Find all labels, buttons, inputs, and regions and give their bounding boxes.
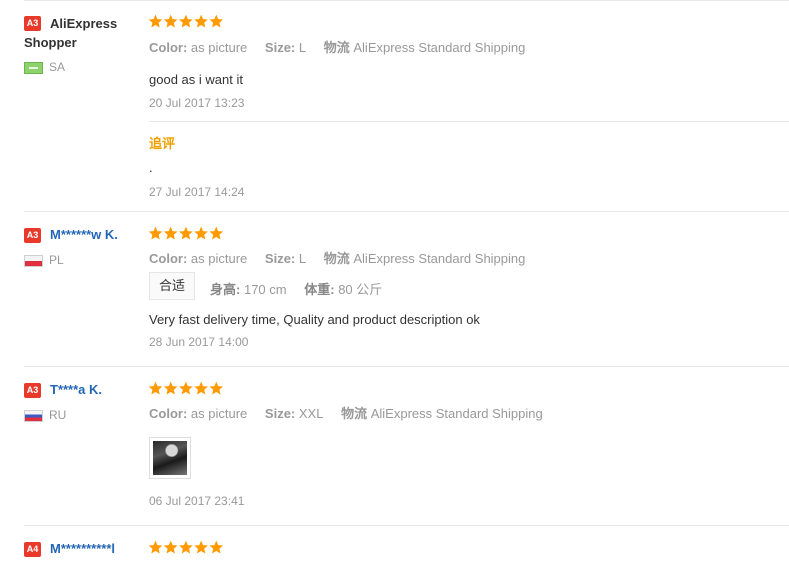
logistics-value: AliExpress Standard Shipping — [370, 406, 543, 421]
review-photo — [153, 441, 187, 475]
color-label: Color: — [149, 251, 188, 266]
logistics-label: 物流 — [323, 251, 350, 266]
star-icon — [148, 381, 163, 395]
size-label: Size: — [264, 40, 296, 55]
size-label: Size: — [264, 251, 296, 266]
color-value: as picture — [190, 406, 248, 421]
logistics-label: 物流 — [323, 40, 350, 55]
review-photo-thumbnail[interactable] — [149, 437, 191, 479]
star-icon — [163, 381, 178, 395]
size-value: L — [298, 40, 307, 55]
star-icon — [179, 226, 193, 240]
order-attributes: Color: as picture Size: XXL 物流 AliExpres… — [149, 403, 543, 422]
size-value: L — [298, 251, 307, 266]
star-icon — [209, 381, 224, 395]
star-icon — [163, 540, 178, 554]
weight-value: 80 公斤 — [338, 282, 383, 297]
saudi-flag-icon — [24, 62, 43, 74]
buyer-name: AliExpress Shopper — [24, 16, 118, 50]
review-date: 06 Jul 2017 23:41 — [149, 494, 245, 508]
star-rating — [148, 226, 224, 242]
star-icon — [163, 14, 178, 28]
star-rating — [148, 540, 224, 556]
star-rating — [148, 381, 224, 397]
star-icon — [194, 14, 208, 28]
review-divider — [24, 211, 789, 212]
star-rating — [148, 14, 224, 30]
additional-review-date: 27 Jul 2017 14:24 — [149, 185, 245, 199]
color-label: Color: — [149, 40, 188, 55]
star-icon — [148, 226, 163, 240]
size-value: XXL — [298, 406, 324, 421]
review-text: good as i want it — [149, 72, 243, 87]
star-icon — [179, 381, 193, 395]
logistics-value: AliExpress Standard Shipping — [353, 251, 526, 266]
buyer-name[interactable]: M**********l — [50, 541, 115, 556]
star-icon — [163, 226, 178, 240]
color-value: as picture — [190, 251, 248, 266]
weight-label: 体重: — [304, 282, 335, 297]
star-icon — [148, 14, 163, 28]
additional-review-text: . — [149, 160, 153, 175]
order-attributes: Color: as picture Size: L 物流 AliExpress … — [149, 37, 525, 56]
color-label: Color: — [149, 406, 188, 421]
size-fit-tag: 合适 — [149, 272, 195, 300]
color-value: as picture — [190, 40, 248, 55]
order-attributes: Color: as picture Size: L 物流 AliExpress … — [149, 248, 525, 267]
review-divider — [24, 366, 789, 367]
star-icon — [194, 540, 208, 554]
review-divider — [24, 525, 789, 526]
buyer-level-badge: A4 — [24, 542, 41, 557]
body-info: 身高: 170 cm 体重: 80 公斤 — [210, 279, 382, 298]
country-code: PL — [49, 253, 64, 267]
buyer-name[interactable]: T****a K. — [50, 382, 102, 397]
height-label: 身高: — [210, 282, 241, 297]
poland-flag-icon — [24, 255, 43, 267]
height-value: 170 cm — [243, 282, 287, 297]
buyer-level-badge: A3 — [24, 228, 41, 243]
buyer-name[interactable]: M******w K. — [50, 227, 118, 242]
logistics-value: AliExpress Standard Shipping — [353, 40, 526, 55]
review-text: Very fast delivery time, Quality and pro… — [149, 312, 480, 327]
star-icon — [194, 381, 208, 395]
top-divider — [24, 0, 789, 1]
star-icon — [148, 540, 163, 554]
star-icon — [194, 226, 208, 240]
additional-review-label: 追评 — [149, 136, 176, 151]
size-label: Size: — [264, 406, 296, 421]
buyer-level-badge: A3 — [24, 383, 41, 398]
country-code: SA — [49, 60, 66, 74]
russia-flag-icon — [24, 410, 43, 422]
logistics-label: 物流 — [341, 406, 368, 421]
additional-divider — [149, 121, 789, 122]
star-icon — [209, 540, 224, 554]
review-date: 28 Jun 2017 14:00 — [149, 335, 249, 349]
country-code: RU — [49, 408, 67, 422]
review-date: 20 Jul 2017 13:23 — [149, 96, 245, 110]
star-icon — [179, 540, 193, 554]
star-icon — [209, 226, 224, 240]
star-icon — [179, 14, 193, 28]
star-icon — [209, 14, 224, 28]
